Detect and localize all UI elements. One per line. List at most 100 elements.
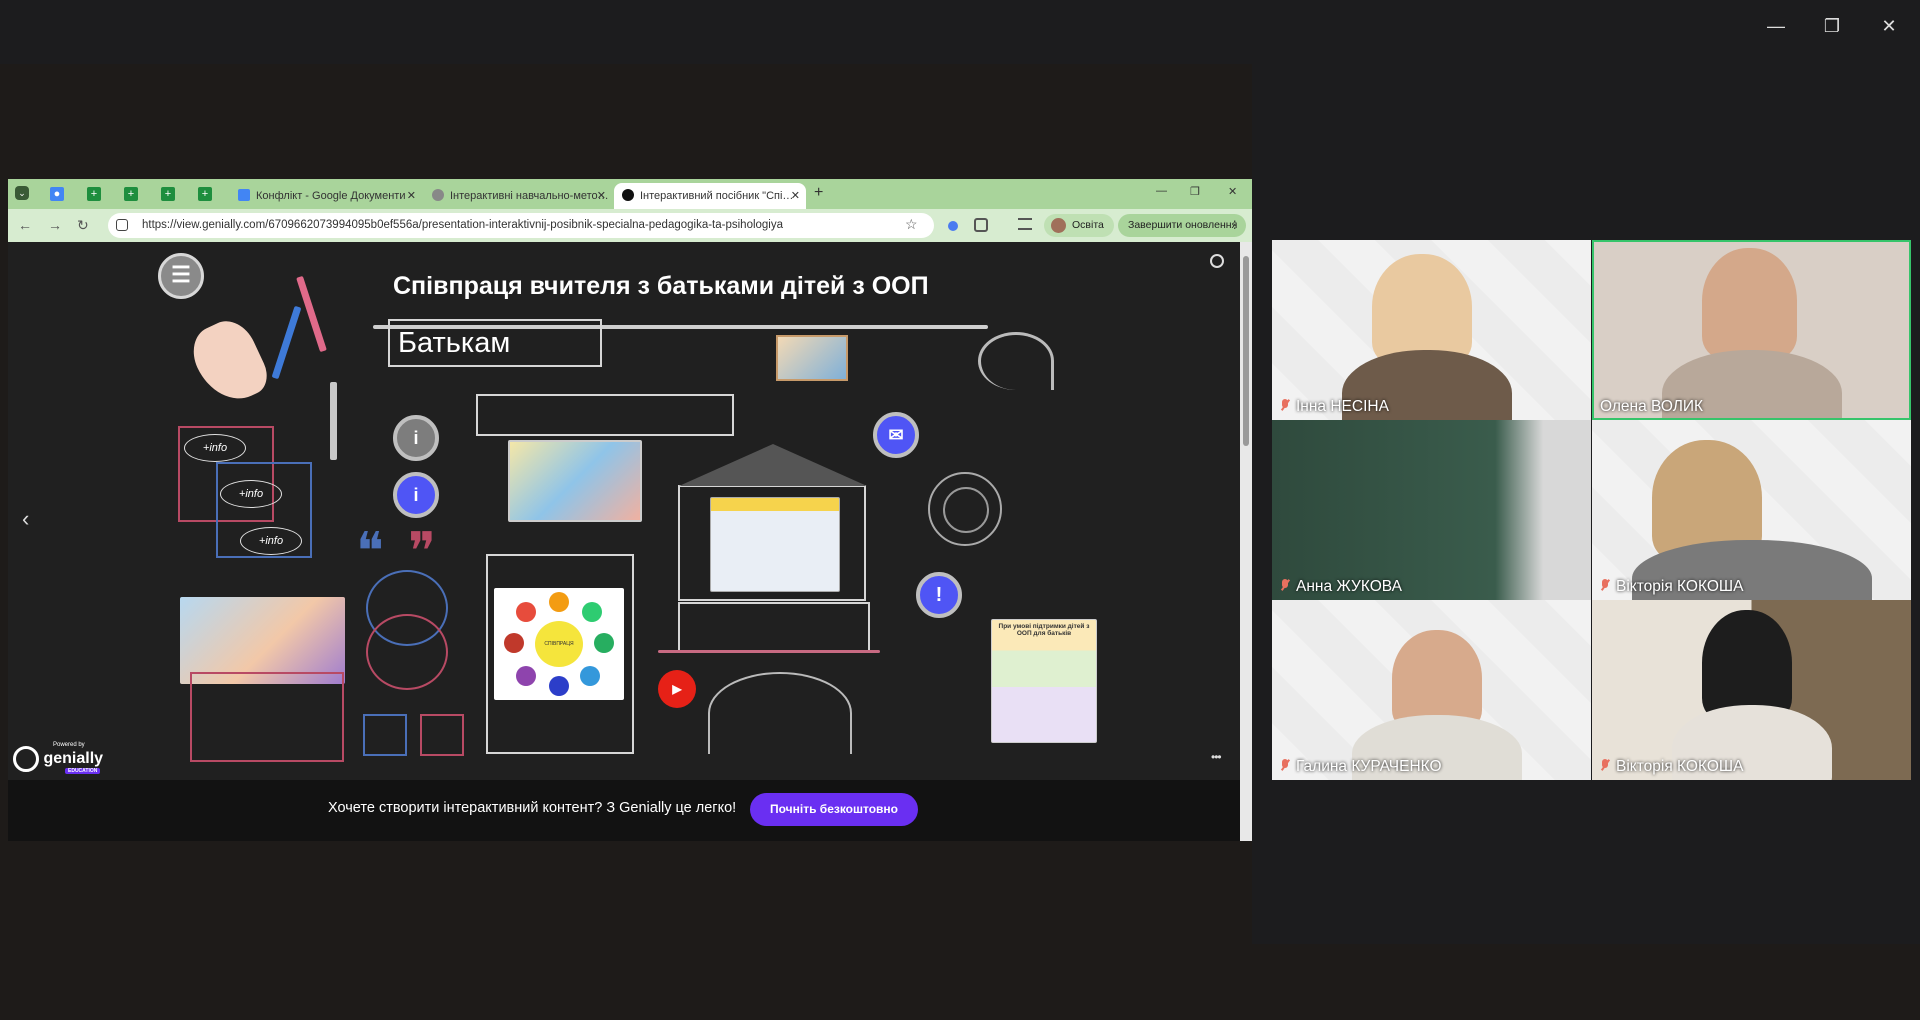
fullscreen-icon[interactable] — [1210, 254, 1224, 268]
pinned-tab-sheets-icon[interactable]: + — [161, 187, 175, 201]
tab-methodical[interactable]: Інтерактивні навчально-мето… ✕ — [424, 183, 612, 209]
participant-name: Анна ЖУКОВА — [1280, 578, 1402, 596]
prev-slide-arrow-icon[interactable]: ‹ — [22, 506, 29, 532]
participant-tile[interactable]: Інна НЕСІНА — [1272, 240, 1591, 420]
bookmark-star-icon[interactable]: ☆ — [905, 216, 918, 233]
pink-chalk — [296, 275, 327, 353]
tab-close-icon[interactable]: ✕ — [407, 183, 416, 209]
info-button[interactable]: i — [393, 415, 439, 461]
genially-logo[interactable]: Powered by genially EDUCATION — [13, 742, 104, 774]
chalk-arrow — [978, 332, 1054, 390]
info-tag[interactable]: +info — [220, 480, 282, 508]
pinned-tab-sheets-icon[interactable]: + — [124, 187, 138, 201]
genially-logo-icon — [13, 746, 39, 772]
tab-search-icon[interactable]: ⌄ — [15, 186, 29, 200]
browser-menu-icon[interactable]: ⋮ — [1230, 214, 1241, 237]
participant-tile[interactable]: Галина КУРАЧЕНКО — [1272, 600, 1591, 780]
diagram-node — [504, 633, 524, 653]
pinned-tab-contacts-icon[interactable]: ● — [50, 187, 64, 201]
site-info-icon[interactable] — [116, 219, 128, 231]
reload-icon[interactable]: ↻ — [77, 217, 89, 234]
participant-tile[interactable]: Вікторія КОКОША — [1592, 420, 1911, 600]
participant-tile-active[interactable]: Олена ВОЛИК — [1592, 240, 1911, 420]
muted-mic-icon — [1600, 579, 1610, 592]
menu-icon[interactable]: ☰ — [158, 253, 204, 299]
chalk-square — [363, 714, 407, 756]
empty-chalk-box — [476, 394, 734, 436]
muted-mic-icon — [1600, 759, 1610, 772]
tab-close-icon[interactable]: ✕ — [791, 183, 800, 209]
blue-chalk — [271, 305, 302, 380]
house-roof — [679, 444, 867, 486]
tab-google-docs[interactable]: Конфлікт - Google Документи ✕ — [230, 183, 422, 209]
genially-favicon-icon — [622, 189, 634, 202]
diagram-node — [549, 676, 569, 696]
participant-name: Вікторія КОКОША — [1600, 758, 1743, 776]
diagram-node — [549, 592, 569, 612]
pinned-tab-sheets-icon[interactable]: + — [198, 187, 212, 201]
center-circle-label: СПІВПРАЦЯ — [535, 621, 583, 667]
shared-browser-window: ⌄ ● + + + + Конфлікт - Google Документи ✕… — [8, 179, 1252, 841]
diagram-node — [582, 602, 602, 622]
tab-genially-active[interactable]: Інтерактивний посібник "Спі… ✕ — [614, 183, 806, 209]
participant-tile[interactable]: Вікторія КОКОША — [1592, 600, 1911, 780]
reading-list-icon[interactable] — [1018, 218, 1032, 230]
tab-bar: ⌄ ● + + + + Конфлікт - Google Документи ✕… — [8, 179, 1252, 209]
subtitle-box: Батькам — [388, 319, 602, 367]
profile-button[interactable]: Освіта — [1044, 214, 1114, 237]
quote-close-icon: ❞ — [408, 523, 436, 581]
new-tab-button[interactable]: + — [814, 184, 823, 202]
diagram-node — [516, 666, 536, 686]
parent-support-poster[interactable]: При умові підтримки дітей з ООП для бать… — [991, 619, 1097, 743]
url-input[interactable]: https://view.genially.com/67096620739940… — [108, 213, 934, 238]
easel-picture[interactable] — [776, 335, 848, 381]
youtube-play-icon[interactable]: ▶ — [658, 670, 696, 708]
slide-subtitle: Батькам — [398, 327, 511, 359]
start-free-button[interactable]: Почніть безкоштовно — [750, 793, 918, 826]
genially-wordmark: genially — [43, 750, 104, 767]
diagram-node — [516, 602, 536, 622]
genially-promo-bar: Хочете створити інтерактивний контент? З… — [8, 780, 1240, 841]
back-icon[interactable]: ← — [18, 217, 32, 233]
docs-icon — [238, 189, 250, 202]
participant-tile[interactable]: Анна ЖУКОВА — [1272, 420, 1591, 600]
chalk-circle — [366, 614, 448, 690]
board-infographic-image[interactable] — [710, 497, 840, 592]
mail-button[interactable]: ✉ — [873, 412, 919, 458]
extensions-icon[interactable] — [974, 218, 988, 232]
chalk-scribble — [708, 672, 852, 754]
cooperation-diagram[interactable]: СПІВПРАЦЯ — [494, 588, 624, 700]
alert-button[interactable]: ! — [916, 572, 962, 618]
scribble — [943, 487, 989, 533]
finish-update-button[interactable]: Завершити оновлення ⋮ — [1118, 214, 1246, 237]
diagram-node — [594, 633, 614, 653]
more-options-icon[interactable]: ••• — [1211, 750, 1222, 764]
pinned-tab-sheets-icon[interactable]: + — [87, 187, 101, 201]
info-tag[interactable]: +info — [240, 527, 302, 555]
tab-label: Конфлікт - Google Документи — [256, 190, 406, 202]
participant-video — [1372, 254, 1472, 364]
info-tag[interactable]: +info — [184, 434, 246, 462]
chalk-base-box — [678, 602, 870, 652]
family-illustration-image[interactable] — [180, 597, 345, 684]
browser-restore-icon[interactable]: ❐ — [1190, 185, 1200, 198]
browser-minimize-icon[interactable]: — — [1156, 185, 1167, 197]
minimize-icon[interactable]: — — [1756, 14, 1796, 38]
update-label: Завершити оновлення — [1128, 219, 1238, 231]
browser-close-icon[interactable]: ✕ — [1228, 185, 1237, 198]
info-button[interactable]: i — [393, 472, 439, 518]
forward-icon[interactable]: → — [48, 217, 62, 233]
chalk-square — [420, 714, 464, 756]
promo-text: Хочете створити інтерактивний контент? З… — [328, 800, 737, 816]
infographic-image[interactable] — [508, 440, 642, 522]
page-scrollbar[interactable] — [1240, 242, 1252, 841]
restore-icon[interactable]: ❐ — [1812, 14, 1852, 38]
white-chalk — [330, 382, 337, 460]
tab-close-icon[interactable]: ✕ — [597, 183, 606, 209]
close-icon[interactable]: ✕ — [1869, 14, 1909, 38]
chalk-box — [190, 672, 344, 762]
extension-dot-icon[interactable] — [948, 221, 958, 231]
powered-by-label: Powered by — [53, 742, 85, 748]
scrollbar-thumb[interactable] — [1243, 256, 1249, 446]
page-content: ☰ Співпраця вчителя з батьками дітей з О… — [8, 242, 1240, 841]
